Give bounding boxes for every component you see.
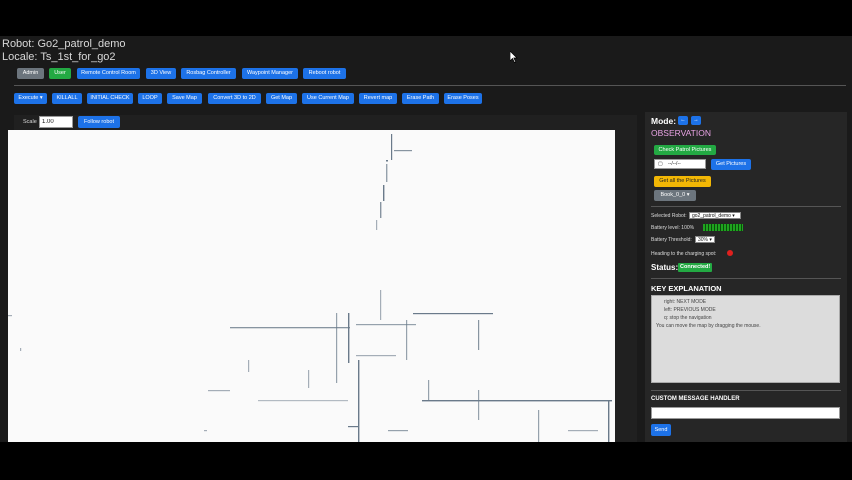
map-wall xyxy=(230,290,493,400)
key-explanation-title: KEY EXPLANATION xyxy=(651,284,722,293)
scale-input[interactable] xyxy=(39,116,73,128)
waypoint-manager-button[interactable]: Waypoint Manager xyxy=(242,68,298,79)
selected-robot-select[interactable]: go2_patrol_demo ▾ xyxy=(689,212,741,219)
divider xyxy=(651,278,841,279)
mouse-cursor-icon xyxy=(510,51,518,63)
page: Robot: Go2_patrol_demo Locale: Ts_1st_fo… xyxy=(0,0,852,480)
arrow-right-icon: → xyxy=(693,117,699,123)
execute-dropdown[interactable]: Execute ▾ xyxy=(14,93,47,104)
key-line: q: stop the navigation xyxy=(664,315,712,321)
chevron-down-icon: ▾ xyxy=(686,192,690,198)
convert-3d-to-2d-button[interactable]: Convert 3D to 2D xyxy=(208,93,261,104)
save-map-button[interactable]: Save Map xyxy=(167,93,202,104)
status-badge: Connected! xyxy=(678,263,713,272)
threshold-select[interactable]: 30% ▾ xyxy=(695,236,715,243)
date-value: --/--/-- xyxy=(668,161,681,167)
app-window: Robot: Go2_patrol_demo Locale: Ts_1st_fo… xyxy=(0,36,852,442)
threshold-value: 30% xyxy=(698,237,709,243)
book-select-value: Book_0_0 xyxy=(660,192,686,198)
erase-path-button[interactable]: Erase Path xyxy=(402,93,439,104)
date-input[interactable]: ▢ --/--/-- xyxy=(654,159,706,169)
erase-poses-button[interactable]: Erase Poses xyxy=(444,93,482,104)
rosbag-controller-button[interactable]: Rosbag Controller xyxy=(181,68,236,79)
key-explanation-box: right: NEXT MODE left: PREVIOUS MODE q: … xyxy=(651,295,840,383)
revert-map-button[interactable]: Revert map xyxy=(359,93,397,104)
get-map-button[interactable]: Get Map xyxy=(266,93,297,104)
send-button[interactable]: Send xyxy=(651,424,671,436)
mode-label: Mode: xyxy=(651,116,677,126)
occupancy-map xyxy=(8,134,612,442)
map-canvas[interactable] xyxy=(8,130,615,442)
key-line: You can move the map by dragging the mou… xyxy=(656,323,761,329)
robot-name: Robot: Go2_patrol_demo xyxy=(2,38,126,50)
custom-message-title: CUSTOM MESSAGE HANDLER xyxy=(651,396,740,402)
mode-value: OBSERVATION xyxy=(651,128,711,138)
user-button[interactable]: User xyxy=(49,68,71,79)
mode-prev-button[interactable]: ← xyxy=(678,116,688,125)
selected-robot-label: Selected Robot: xyxy=(651,213,687,219)
use-current-map-button[interactable]: Use Current Map xyxy=(302,93,354,104)
initial-check-button[interactable]: INITIAL CHECK xyxy=(87,93,133,104)
key-line: left: PREVIOUS MODE xyxy=(664,307,716,313)
divider xyxy=(651,206,841,207)
divider xyxy=(651,390,841,391)
battery-bar xyxy=(703,224,743,231)
status-label: Status: xyxy=(651,263,679,272)
loop-button[interactable]: LOOP xyxy=(138,93,162,104)
3d-view-button[interactable]: 3D View xyxy=(146,68,176,79)
scale-label: Scale xyxy=(23,119,37,125)
chevron-down-icon: ▾ xyxy=(39,95,43,101)
map-wall xyxy=(376,134,412,230)
book-select[interactable]: Book_0_0 ▾ xyxy=(654,190,696,201)
control-panel: Mode: ← → OBSERVATION Check Patrol Pictu… xyxy=(645,112,847,442)
remote-control-room-button[interactable]: Remote Control Room xyxy=(77,68,140,79)
mode-next-button[interactable]: → xyxy=(691,116,701,125)
calendar-icon: ▢ xyxy=(658,161,663,167)
killall-button[interactable]: KILLALL xyxy=(52,93,82,104)
reboot-robot-button[interactable]: Reboot robot xyxy=(303,68,346,79)
heading-label: Heading to the charging spot: xyxy=(651,251,717,257)
heading-status-dot xyxy=(727,250,733,256)
battery-label: Battery level: 100% xyxy=(651,225,695,231)
locale-name: Locale: Ts_1st_for_go2 xyxy=(2,51,116,63)
selected-robot-value: go2_patrol_demo xyxy=(692,213,731,219)
execute-label: Execute xyxy=(18,95,39,101)
admin-button[interactable]: Admin xyxy=(17,68,44,79)
threshold-label: Battery Threshold: xyxy=(651,237,692,243)
divider xyxy=(14,85,846,86)
follow-robot-button[interactable]: Follow robot xyxy=(78,116,120,128)
key-line: right: NEXT MODE xyxy=(664,299,707,305)
arrow-left-icon: ← xyxy=(680,117,686,123)
check-patrol-pictures-button[interactable]: Check Patrol Pictures xyxy=(654,145,716,155)
custom-message-input[interactable] xyxy=(651,407,840,419)
get-all-pictures-button[interactable]: Get all the Pictures xyxy=(654,176,711,187)
get-pictures-button[interactable]: Get Pictures xyxy=(711,159,751,170)
map-wall xyxy=(8,315,612,442)
